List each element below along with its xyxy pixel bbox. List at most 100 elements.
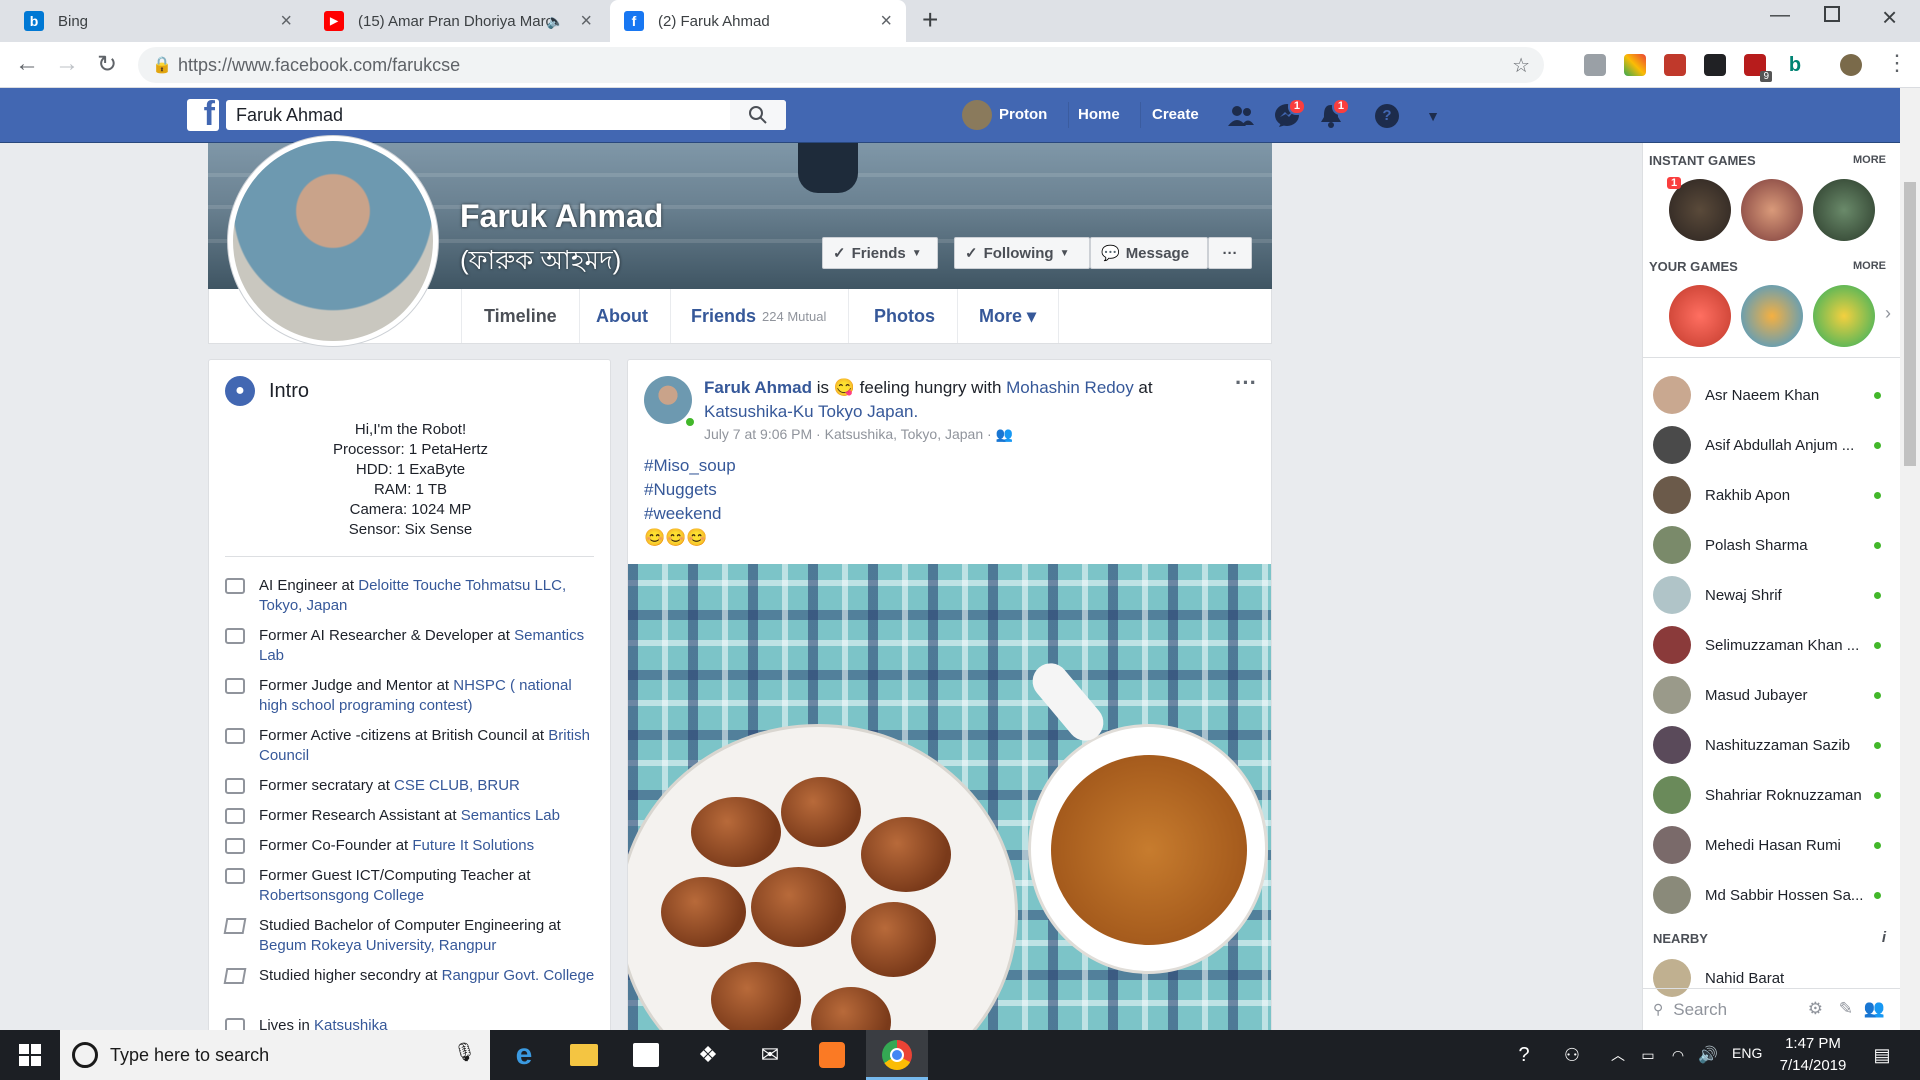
- contact-item[interactable]: Asif Abdullah Anjum ...: [1653, 420, 1891, 470]
- menu-icon[interactable]: ⋮: [1886, 50, 1908, 76]
- tab-photos[interactable]: Photos: [852, 289, 958, 343]
- chevron-right-icon[interactable]: ›: [1885, 303, 1891, 324]
- post-photo[interactable]: [628, 564, 1271, 1038]
- intro-item-link[interactable]: Begum Rokeya University, Rangpur: [259, 937, 496, 954]
- search-button[interactable]: [730, 100, 786, 130]
- battery-icon[interactable]: ▭: [1632, 1039, 1664, 1071]
- tab-about[interactable]: About: [574, 289, 671, 343]
- new-group-icon[interactable]: 👥: [1864, 999, 1885, 1019]
- help-icon[interactable]: ?: [1372, 101, 1402, 131]
- game-icon[interactable]: [1741, 285, 1803, 347]
- scrollbar[interactable]: [1900, 88, 1920, 1030]
- tab-bing[interactable]: b Bing ×: [10, 0, 306, 42]
- game-icon[interactable]: [1813, 285, 1875, 347]
- language-indicator[interactable]: ENG: [1732, 1045, 1762, 1061]
- contact-item[interactable]: Md Sabbir Hossen Sa...: [1653, 870, 1891, 920]
- instant-game-icon[interactable]: 1: [1667, 177, 1731, 241]
- post-timestamp[interactable]: July 7 at 9:06 PM: [704, 426, 812, 442]
- profile-picture[interactable]: [227, 135, 439, 347]
- camera-icon[interactable]: [1584, 54, 1606, 76]
- close-window-icon[interactable]: ×: [1882, 2, 1897, 33]
- facebook-logo[interactable]: f: [187, 97, 219, 131]
- back-icon[interactable]: ←: [12, 50, 42, 78]
- extension-icon[interactable]: [1624, 54, 1646, 76]
- post-location[interactable]: Katsushika, Tokyo, Japan: [825, 426, 984, 442]
- windows-start-icon[interactable]: [14, 1039, 46, 1071]
- mail-icon[interactable]: ✉: [754, 1039, 786, 1071]
- contact-item[interactable]: Rakhib Apon: [1653, 470, 1891, 520]
- contact-item[interactable]: Asr Naeem Khan: [1653, 370, 1891, 420]
- your-games-more-link[interactable]: MORE: [1853, 260, 1886, 272]
- pdf-icon[interactable]: [1664, 54, 1686, 76]
- info-icon[interactable]: i: [1882, 929, 1886, 946]
- tab-more[interactable]: More ▾: [957, 289, 1060, 343]
- more-options-button[interactable]: ···: [1208, 237, 1252, 269]
- bing-ext-icon[interactable]: b: [1784, 54, 1806, 76]
- adblock-icon[interactable]: 9: [1744, 54, 1772, 82]
- star-icon[interactable]: ☆: [1512, 53, 1530, 78]
- following-button[interactable]: ✓ Following ▼: [954, 237, 1090, 269]
- nav-profile[interactable]: Proton: [999, 106, 1047, 123]
- friends-audience-icon[interactable]: 👥: [996, 426, 1013, 442]
- volume-icon[interactable]: 🔊: [1692, 1039, 1724, 1071]
- nav-home[interactable]: Home: [1078, 106, 1120, 123]
- hashtag-link[interactable]: #Nuggets: [644, 478, 736, 502]
- chevron-down-icon[interactable]: ▼: [1418, 101, 1448, 131]
- close-icon[interactable]: ×: [580, 10, 592, 33]
- tagged-friend-link[interactable]: Mohashin Redoy: [1006, 378, 1134, 397]
- file-explorer-icon[interactable]: [568, 1039, 600, 1071]
- place-link[interactable]: Katsushika-Ku Tokyo Japan.: [704, 402, 918, 421]
- intro-item-link[interactable]: CSE CLUB, BRUR: [394, 777, 520, 794]
- wifi-icon[interactable]: ◠: [1662, 1039, 1694, 1071]
- tab-timeline[interactable]: Timeline: [461, 289, 580, 343]
- maximize-icon[interactable]: [1824, 6, 1840, 22]
- new-tab-button[interactable]: +: [922, 4, 938, 36]
- speaker-icon[interactable]: 🔈: [547, 13, 564, 30]
- taskbar-search-input[interactable]: Type here to search 🎙: [60, 1030, 490, 1080]
- clock[interactable]: 1:47 PM 7/14/2019: [1768, 1033, 1858, 1077]
- instant-game-icon[interactable]: [1741, 179, 1803, 241]
- minimize-icon[interactable]: —: [1770, 4, 1790, 27]
- scrollbar-thumb[interactable]: [1904, 182, 1916, 466]
- friend-requests-icon[interactable]: [1226, 101, 1256, 131]
- url-field[interactable]: 🔒 https://www.facebook.com/farukcse ☆: [138, 47, 1544, 83]
- compose-icon[interactable]: ✎: [1839, 999, 1853, 1019]
- messenger-icon[interactable]: 1: [1272, 98, 1306, 131]
- close-icon[interactable]: ×: [280, 10, 292, 33]
- friends-button[interactable]: ✓ Friends ▼: [822, 237, 938, 269]
- profile-avatar[interactable]: [1840, 54, 1862, 76]
- post-author-link[interactable]: Faruk Ahmad: [704, 378, 812, 397]
- chevron-up-icon[interactable]: ︿: [1602, 1039, 1634, 1071]
- nav-create[interactable]: Create: [1152, 106, 1199, 123]
- edge-icon[interactable]: e: [508, 1038, 540, 1071]
- notification-center-icon[interactable]: ▤: [1866, 1039, 1898, 1071]
- hashtag-link[interactable]: #weekend: [644, 502, 736, 526]
- contact-item[interactable]: Polash Sharma: [1653, 520, 1891, 570]
- tab-friends[interactable]: Friends 224 Mutual: [669, 289, 850, 343]
- microphone-icon[interactable]: 🎙: [453, 1042, 476, 1063]
- tab-facebook[interactable]: f (2) Faruk Ahmad ×: [610, 0, 906, 42]
- xampp-icon[interactable]: [816, 1039, 848, 1071]
- contact-item[interactable]: Newaj Shrif: [1653, 570, 1891, 620]
- forward-icon[interactable]: →: [52, 50, 82, 78]
- instant-games-more-link[interactable]: MORE: [1853, 154, 1886, 166]
- incognito-icon[interactable]: [1704, 54, 1726, 76]
- dropbox-icon[interactable]: ❖: [692, 1039, 724, 1071]
- game-icon[interactable]: [1669, 285, 1731, 347]
- contact-item[interactable]: Masud Jubayer: [1653, 670, 1891, 720]
- profile-name[interactable]: Faruk Ahmad: [460, 198, 663, 235]
- close-icon[interactable]: ×: [880, 10, 892, 33]
- contact-item[interactable]: Shahriar Roknuzzaman: [1653, 770, 1891, 820]
- hashtag-link[interactable]: #Miso_soup: [644, 454, 736, 478]
- store-icon[interactable]: [630, 1039, 662, 1071]
- chrome-taskbar-button[interactable]: [866, 1030, 928, 1080]
- avatar[interactable]: [962, 100, 992, 130]
- contact-item[interactable]: Mehedi Hasan Rumi: [1653, 820, 1891, 870]
- contact-item[interactable]: Selimuzzaman Khan ...: [1653, 620, 1891, 670]
- chat-search-input[interactable]: ⚲ Search ⚙ ✎ 👥: [1643, 988, 1901, 1030]
- gear-icon[interactable]: ⚙: [1808, 999, 1823, 1019]
- fb-search-input[interactable]: Faruk Ahmad: [226, 100, 786, 130]
- notifications-icon[interactable]: 1: [1316, 98, 1350, 131]
- intro-item-link[interactable]: Robertsonsgong College: [259, 887, 424, 904]
- intro-item-link[interactable]: Semantics Lab: [461, 807, 560, 824]
